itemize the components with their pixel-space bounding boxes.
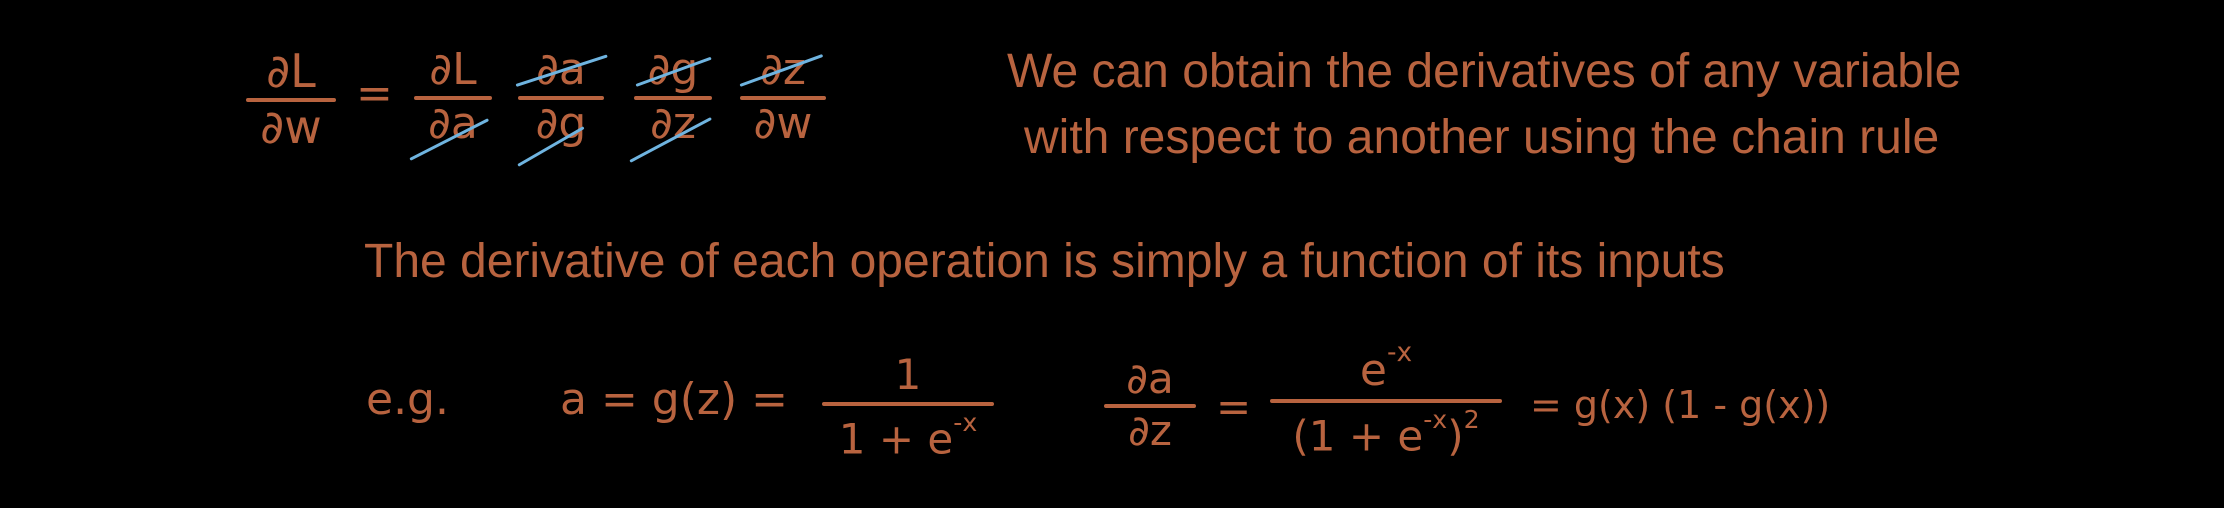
sigmoid-denominator-base: 1 + e <box>838 414 954 464</box>
lhs-denominator: ∂w <box>260 100 322 154</box>
factor-fraction-1: ∂L ∂a <box>414 48 492 146</box>
chain-rule-text-line-2: with respect to another using the chain … <box>1024 111 1940 164</box>
sigmoid-numerator: 1 <box>894 350 922 399</box>
factor-4-denominator: ∂w <box>753 98 813 149</box>
derivative-result: = g(x) (1 - g(x)) <box>1530 383 1831 427</box>
derivative-lhs-fraction: ∂a ∂z <box>1104 358 1196 452</box>
factor-1-numerator: ∂L <box>429 44 477 95</box>
factor-fraction-4: ∂z ∂w <box>740 48 826 146</box>
derivative-rhs-bar <box>1270 398 1502 403</box>
sigmoid-definition-lhs: a = g(z) = <box>560 374 789 425</box>
lhs-fraction: ∂L ∂w <box>246 48 336 150</box>
slide: ∂L ∂w = ∂L ∂a ∂a ∂g ∂g ∂z ∂z ∂w We can o… <box>0 0 2224 508</box>
factor-fraction-2: ∂a ∂g <box>518 48 604 146</box>
factor-1-denominator: ∂a <box>428 98 478 149</box>
derivative-rhs-numerator: e-x <box>1359 337 1413 396</box>
derivative-rhs-denominator: (1 + e-x)2 <box>1292 407 1479 458</box>
derivative-rhs-denominator-power: 2 <box>1463 404 1480 434</box>
sigmoid-denominator-exponent: -x <box>953 408 978 437</box>
derivative-rhs-numerator-base: e <box>1359 344 1387 396</box>
derivative-rhs-fraction: e-x (1 + e-x)2 <box>1270 337 1502 458</box>
derivative-rhs-denominator-exponent: -x <box>1423 404 1448 434</box>
sigmoid-fraction-bar <box>822 402 994 406</box>
derivative-lhs-denominator: ∂z <box>1128 406 1172 455</box>
derivative-rhs-numerator-exponent: -x <box>1386 337 1413 368</box>
top-equals-sign: = <box>356 68 393 119</box>
derivative-lhs-numerator: ∂a <box>1126 354 1174 403</box>
lhs-numerator: ∂L <box>266 44 316 98</box>
operation-statement: The derivative of each operation is simp… <box>364 235 1725 288</box>
derivative-rhs-denominator-close: ) <box>1447 411 1464 461</box>
example-label: e.g. <box>366 374 449 425</box>
derivative-rhs-denominator-base: (1 + e <box>1292 411 1424 461</box>
sigmoid-denominator: 1 + e-x <box>839 410 977 461</box>
chain-rule-text-line-1: We can obtain the derivatives of any var… <box>1007 45 1962 98</box>
derivative-equals-sign: = <box>1216 382 1252 431</box>
sigmoid-fraction: 1 1 + e-x <box>822 354 994 461</box>
